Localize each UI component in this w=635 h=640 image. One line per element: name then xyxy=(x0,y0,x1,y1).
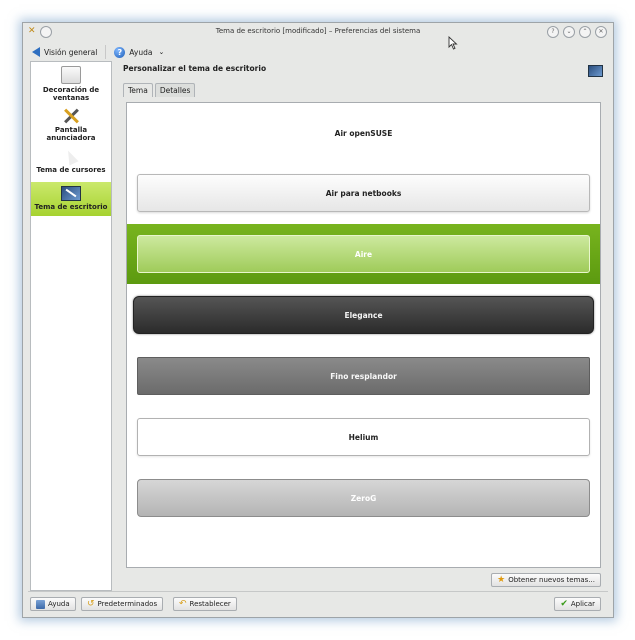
apply-button[interactable]: ✔ Aplicar xyxy=(554,597,601,611)
sidebar-item-label: Tema de escritorio xyxy=(34,203,108,211)
help-book-icon xyxy=(36,599,45,609)
sidebar-item-desktop-theme[interactable]: Tema de escritorio xyxy=(31,182,111,216)
footer-divider xyxy=(28,591,608,592)
window-decoration-icon xyxy=(61,66,81,84)
splash-screen-icon xyxy=(62,108,80,124)
minimize-button[interactable]: ⌄ xyxy=(563,26,575,38)
tab-theme[interactable]: Tema xyxy=(123,83,153,97)
sidebar-item-label: Tema de cursores xyxy=(36,166,106,174)
context-help-button[interactable]: ? xyxy=(547,26,559,38)
theme-list[interactable]: Air openSUSE Air para netbooks Aire Eleg… xyxy=(126,102,601,568)
tab-details[interactable]: Detalles xyxy=(154,83,196,97)
window-title: Tema de escritorio [modificado] – Prefer… xyxy=(215,27,421,35)
theme-item-air-netbooks[interactable]: Air para netbooks xyxy=(127,163,600,223)
theme-item-fino-resplandor[interactable]: Fino resplandor xyxy=(127,346,600,406)
system-settings-window: ✕ Tema de escritorio [modificado] – Pref… xyxy=(22,22,614,618)
desktop-theme-icon xyxy=(588,65,603,77)
theme-preview: Air para netbooks xyxy=(137,174,590,212)
theme-item-helium[interactable]: Helium xyxy=(127,407,600,467)
mouse-pointer-icon xyxy=(448,36,458,50)
chevron-down-icon: ⌄ xyxy=(158,48,165,56)
titlebar-right-buttons: ? ⌄ ⌃ ✕ xyxy=(547,26,607,38)
theme-preview: ZeroG xyxy=(137,479,590,517)
defaults-button[interactable]: ↺ Predeterminados xyxy=(81,597,164,611)
get-new-themes-label: Obtener nuevos temas... xyxy=(508,576,595,584)
toolbar-separator xyxy=(105,45,107,59)
get-new-themes-button[interactable]: ★ Obtener nuevos temas... xyxy=(491,573,601,587)
help-menu-button[interactable]: ? Ayuda ⌄ xyxy=(110,46,168,58)
back-arrow-icon xyxy=(32,47,40,57)
sidebar-item-cursor-theme[interactable]: Tema de cursores xyxy=(31,148,111,180)
help-icon: ? xyxy=(114,46,126,58)
cursor-theme-icon xyxy=(63,148,79,166)
defaults-icon: ↺ xyxy=(87,598,95,609)
toolbar: Visión general ? Ayuda ⌄ xyxy=(23,41,613,63)
page-title: Personalizar el tema de escritorio xyxy=(123,64,267,73)
theme-preview: Fino resplandor xyxy=(137,357,590,395)
help-label: Ayuda xyxy=(129,47,153,57)
sidebar-item-splash-screen[interactable]: Pantalla anunciadora xyxy=(31,108,111,148)
reset-icon: ↶ xyxy=(179,598,187,609)
reset-button-label: Restablecer xyxy=(189,600,231,608)
reset-button[interactable]: ↶ Restablecer xyxy=(173,597,237,611)
theme-preview: Elegance xyxy=(133,296,594,334)
theme-item-zerog[interactable]: ZeroG xyxy=(127,468,600,528)
sidebar-item-window-decoration[interactable]: Decoración de ventanas xyxy=(31,66,111,104)
titlebar[interactable]: ✕ Tema de escritorio [modificado] – Pref… xyxy=(23,23,613,41)
close-button[interactable]: ✕ xyxy=(595,26,607,38)
sidebar-item-label: Decoración de ventanas xyxy=(42,86,100,102)
maximize-button[interactable]: ⌃ xyxy=(579,26,591,38)
defaults-button-label: Predeterminados xyxy=(97,600,158,608)
sidebar: Decoración de ventanas Pantalla anunciad… xyxy=(30,61,112,591)
overview-button[interactable]: Visión general xyxy=(28,47,101,57)
theme-item-air-opensuse[interactable]: Air openSUSE xyxy=(127,103,600,163)
theme-preview: Aire xyxy=(137,235,590,273)
overview-label: Visión general xyxy=(44,47,98,57)
theme-item-aire[interactable]: Aire xyxy=(127,224,600,284)
sidebar-item-label: Pantalla anunciadora xyxy=(46,126,96,142)
theme-preview: Air openSUSE xyxy=(334,128,393,138)
desktop-theme-icon xyxy=(61,186,81,201)
check-icon: ✔ xyxy=(560,598,568,609)
help-button-label: Ayuda xyxy=(48,600,70,608)
theme-item-elegance[interactable]: Elegance xyxy=(127,285,600,345)
star-icon: ★ xyxy=(497,574,506,585)
apply-button-label: Aplicar xyxy=(570,600,595,608)
help-button[interactable]: Ayuda xyxy=(30,597,76,611)
theme-preview: Helium xyxy=(137,418,590,456)
tab-bar: Tema Detalles xyxy=(123,83,197,97)
